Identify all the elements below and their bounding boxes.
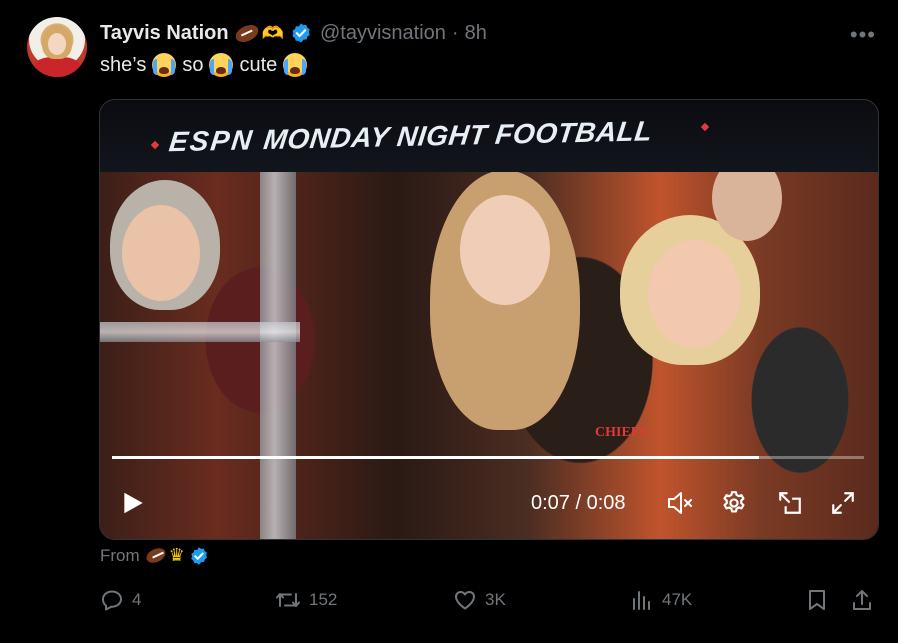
tweet-time[interactable]: 8h bbox=[465, 22, 487, 45]
like-button[interactable]: 3K bbox=[453, 588, 506, 612]
from-label: From bbox=[100, 545, 140, 565]
tweet-text-part-2: so bbox=[182, 53, 204, 76]
video-progress-fill bbox=[112, 456, 759, 459]
tweet-text: she’s so cute bbox=[100, 53, 313, 77]
crying-face-emoji bbox=[283, 53, 308, 77]
more-options-icon[interactable]: ••• bbox=[850, 22, 876, 48]
crying-face-emoji bbox=[152, 53, 177, 77]
avatar-shirt bbox=[33, 57, 81, 77]
video-progress-bar[interactable] bbox=[112, 456, 864, 459]
share-button[interactable] bbox=[850, 588, 882, 612]
tweet-actions: 4 152 3K 47K bbox=[0, 588, 898, 618]
verified-badge-icon bbox=[191, 546, 207, 565]
window-frame-vertical bbox=[260, 172, 296, 539]
like-count: 3K bbox=[485, 590, 506, 609]
verified-badge-icon[interactable] bbox=[290, 22, 312, 44]
crying-face-emoji bbox=[209, 53, 234, 77]
banner-title: ESPN MONDAY NIGHT FOOTBALL bbox=[167, 115, 655, 157]
banner-text: MONDAY NIGHT FOOTBALL bbox=[261, 115, 655, 156]
analytics-icon bbox=[633, 591, 650, 610]
bookmark-button[interactable] bbox=[805, 588, 837, 612]
play-icon[interactable] bbox=[120, 490, 146, 516]
avatar[interactable] bbox=[27, 17, 87, 77]
view-count: 47K bbox=[662, 590, 693, 609]
crown-emoji: ♛ bbox=[168, 545, 185, 565]
tweet[interactable]: Tayvis Nation 🫶 @tayvisnation · 8h ••• s… bbox=[0, 0, 898, 643]
fullscreen-icon[interactable] bbox=[830, 490, 856, 516]
reply-icon bbox=[102, 590, 122, 611]
banner-left-mark bbox=[150, 140, 160, 150]
picture-in-picture-icon[interactable] bbox=[777, 490, 803, 516]
author-name[interactable]: Tayvis Nation bbox=[100, 22, 229, 45]
avatar-face bbox=[48, 33, 66, 55]
person-right-face bbox=[648, 240, 740, 348]
broadcast-banner: ESPN MONDAY NIGHT FOOTBALL bbox=[100, 100, 878, 172]
bookmark-icon bbox=[809, 590, 825, 610]
reply-count: 4 bbox=[132, 590, 142, 609]
settings-icon[interactable] bbox=[721, 490, 747, 516]
repost-button[interactable]: 152 bbox=[275, 588, 337, 612]
heart-icon bbox=[455, 591, 475, 610]
video-time: 0:07 / 0:08 bbox=[531, 492, 626, 514]
jersey-text: CHIEFS bbox=[595, 425, 648, 440]
tweet-text-part-3: cute bbox=[239, 53, 278, 76]
reply-button[interactable]: 4 bbox=[100, 588, 141, 612]
banner-right-mark bbox=[700, 122, 710, 132]
video-player[interactable]: CHIEFS ESPN MONDAY NIGHT FOOTBALL 0:07 / … bbox=[99, 99, 879, 540]
repost-icon bbox=[276, 593, 300, 607]
person-center-face bbox=[460, 195, 550, 305]
heart-hands-emoji: 🫶 bbox=[261, 22, 284, 43]
from-attribution[interactable]: From ♛ bbox=[100, 545, 209, 566]
football-emoji bbox=[143, 545, 168, 566]
tweet-header: Tayvis Nation 🫶 @tayvisnation · 8h bbox=[100, 20, 487, 46]
views-button[interactable]: 47K bbox=[630, 588, 692, 612]
person-left-face bbox=[122, 205, 200, 301]
mute-icon[interactable] bbox=[666, 490, 694, 516]
banner-logo: ESPN bbox=[167, 124, 256, 158]
window-frame-horizontal bbox=[100, 322, 300, 342]
author-handle[interactable]: @tayvisnation bbox=[320, 22, 446, 45]
share-icon bbox=[853, 590, 871, 610]
repost-count: 152 bbox=[309, 590, 338, 609]
tweet-text-part-1: she’s bbox=[100, 53, 147, 76]
time-separator: · bbox=[451, 21, 459, 44]
football-emoji bbox=[232, 21, 261, 45]
